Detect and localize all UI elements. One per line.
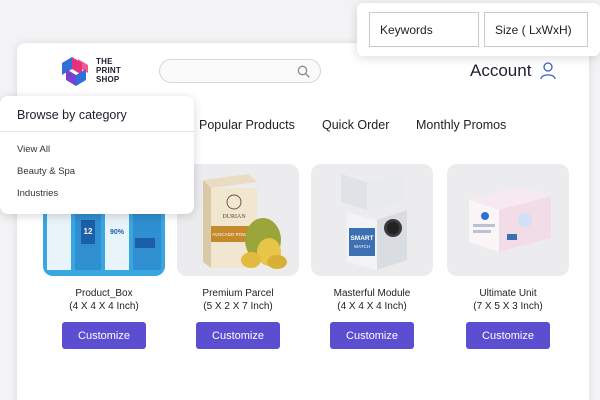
box-art-percent: 90% — [110, 229, 125, 236]
divider — [0, 131, 194, 132]
product-name: Product_Box — [75, 288, 133, 299]
keywords-input[interactable]: Keywords — [369, 12, 479, 47]
product-name: Ultimate Unit — [479, 288, 537, 299]
category-item-view-all[interactable]: View All — [17, 144, 50, 155]
logo-mark-icon — [62, 57, 88, 86]
brand-logo[interactable]: THE PRINT SHOP — [58, 53, 121, 87]
box-art-subtitle: WATCH — [354, 244, 370, 249]
user-icon — [540, 62, 557, 80]
category-dropdown-title[interactable]: Browse by category — [17, 108, 127, 122]
customize-button[interactable]: Customize — [62, 322, 146, 349]
product-image[interactable]: SMART WATCH — [311, 164, 433, 276]
size-input[interactable]: Size ( LxWxH) — [484, 12, 588, 47]
account-label: Account — [470, 61, 532, 80]
product-size: (4 X 4 X 4 Inch) — [69, 301, 139, 312]
customize-button[interactable]: Customize — [330, 322, 414, 349]
nav-monthly-promos[interactable]: Monthly Promos — [416, 118, 506, 132]
product-size: (4 X 4 X 4 Inch) — [337, 301, 407, 312]
product-size: (7 X 5 X 3 Inch) — [473, 301, 543, 312]
product-image[interactable] — [447, 164, 569, 276]
brand-line-1: THE — [96, 56, 113, 66]
product-card: Ultimate Unit (7 X 5 X 3 Inch) Customize — [447, 164, 569, 349]
product-name: Masterful Module — [333, 288, 411, 299]
product-card: DURIAN AVOCADO POWDER Premium Parcel (5 … — [177, 164, 299, 349]
product-card: SMART WATCH Masterful Module (4 X 4 X 4 … — [311, 164, 433, 349]
nav-quick-order[interactable]: Quick Order — [322, 118, 389, 132]
product-size: (5 X 2 X 7 Inch) — [203, 301, 273, 312]
nav-popular-products[interactable]: Popular Products — [199, 118, 295, 132]
customize-button[interactable]: Customize — [466, 322, 550, 349]
box-art-number: 12 — [84, 227, 93, 236]
box-art-title: SMART — [350, 235, 373, 242]
category-dropdown: Browse by category View All Beauty & Spa… — [0, 96, 194, 214]
category-item-beauty-spa[interactable]: Beauty & Spa — [17, 166, 75, 177]
search-input[interactable] — [159, 59, 321, 83]
account-link[interactable]: Account — [470, 61, 557, 81]
box-art-brand: DURIAN — [222, 214, 246, 220]
filter-panel: Keywords Size ( LxWxH) — [357, 3, 600, 56]
brand-line-2: PRINT — [96, 65, 121, 75]
search-icon[interactable] — [297, 65, 310, 78]
brand-line-3: SHOP — [96, 74, 120, 84]
product-name: Premium Parcel — [202, 288, 274, 299]
category-item-industries[interactable]: Industries — [17, 188, 58, 199]
customize-button[interactable]: Customize — [196, 322, 280, 349]
product-image[interactable]: DURIAN AVOCADO POWDER — [177, 164, 299, 276]
brand-name: THE PRINT SHOP — [96, 57, 121, 84]
